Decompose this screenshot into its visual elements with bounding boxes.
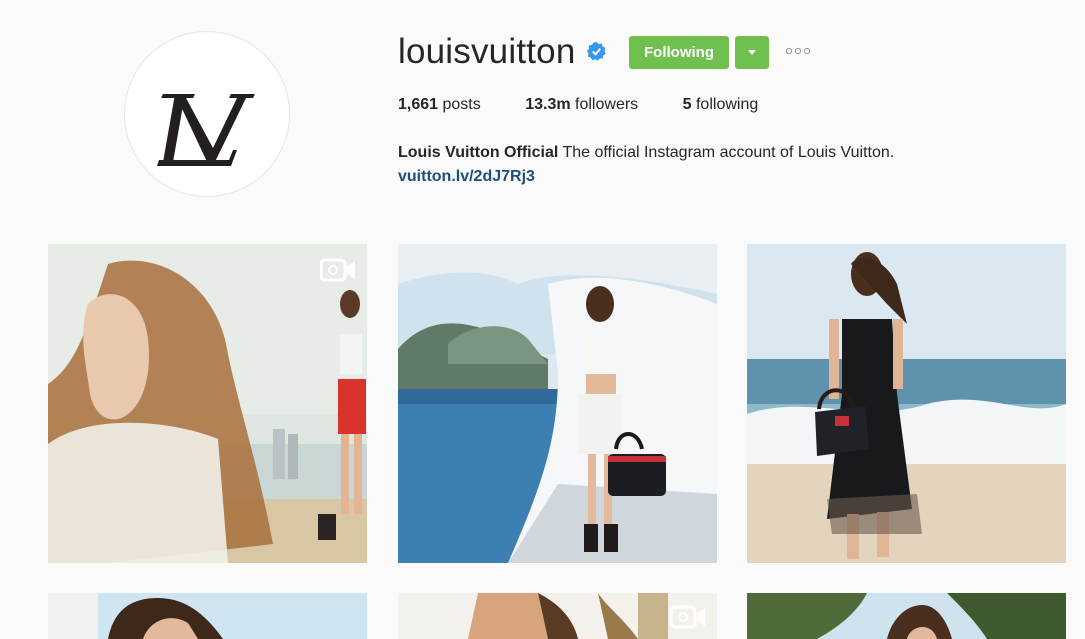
verified-badge-icon bbox=[587, 42, 606, 61]
followers-stat[interactable]: 13.3m followers bbox=[525, 96, 638, 113]
video-icon bbox=[670, 605, 705, 629]
post-image bbox=[747, 593, 1066, 639]
post-tile[interactable] bbox=[398, 244, 717, 563]
following-stat[interactable]: 5 following bbox=[683, 96, 759, 113]
post-tile[interactable] bbox=[747, 593, 1066, 639]
post-tile[interactable] bbox=[48, 244, 367, 563]
profile-username: louisvuitton bbox=[398, 32, 576, 71]
following-button[interactable]: Following bbox=[629, 36, 729, 69]
more-options-icon[interactable] bbox=[785, 46, 813, 56]
post-tile[interactable] bbox=[48, 593, 367, 639]
video-icon bbox=[320, 258, 355, 282]
lv-logo: LV bbox=[157, 94, 255, 166]
post-image bbox=[48, 244, 367, 563]
bio-link[interactable]: vuitton.lv/2dJ7Rj3 bbox=[398, 165, 894, 189]
profile-avatar[interactable]: LV bbox=[124, 31, 290, 197]
profile-bio: Louis Vuitton Official The official Inst… bbox=[398, 141, 894, 189]
follow-options-button[interactable] bbox=[735, 36, 769, 69]
post-image bbox=[398, 244, 717, 563]
post-tile[interactable] bbox=[398, 593, 717, 639]
post-tile[interactable] bbox=[747, 244, 1066, 563]
bio-text: The official Instagram account of Louis … bbox=[562, 144, 895, 161]
chevron-down-icon bbox=[748, 50, 756, 55]
posts-stat: 1,661 posts bbox=[398, 96, 481, 113]
profile-stats: 1,661 posts 13.3m followers 5 following bbox=[398, 96, 798, 114]
bio-name: Louis Vuitton Official bbox=[398, 144, 559, 161]
post-image bbox=[48, 593, 367, 639]
post-image bbox=[747, 244, 1066, 563]
